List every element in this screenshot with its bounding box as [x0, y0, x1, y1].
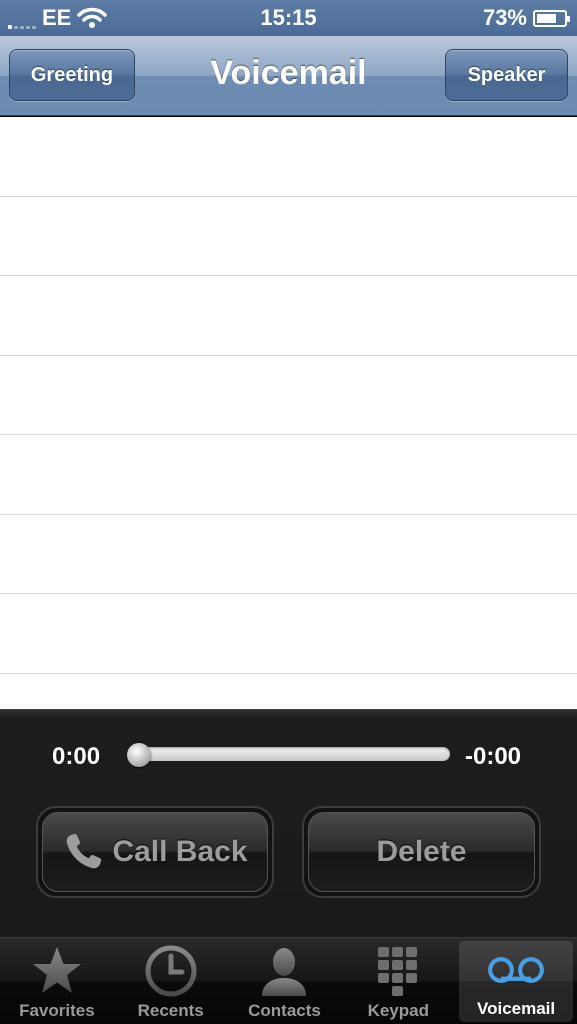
- navigation-bar: Greeting Voicemail Speaker: [0, 36, 577, 116]
- playback-scrubber[interactable]: [128, 747, 450, 761]
- tab-label: Contacts: [248, 1001, 321, 1020]
- voicemail-list[interactable]: [0, 117, 577, 709]
- tab-label: Voicemail: [477, 999, 556, 1018]
- tab-bar: Favorites Recents Contacts Keypad Voicem…: [0, 937, 577, 1024]
- person-icon: [262, 948, 307, 996]
- tab-voicemail[interactable]: Voicemail: [459, 941, 573, 1022]
- voicemail-player: 0:00 -0:00 Call Back Delete: [0, 709, 577, 937]
- list-row: [0, 117, 577, 197]
- tab-label: Favorites: [19, 1001, 95, 1020]
- remaining-time: -0:00: [465, 743, 522, 770]
- list-row: [0, 435, 577, 515]
- list-row: [0, 356, 577, 435]
- tab-label: Recents: [137, 1001, 204, 1020]
- battery-percent: 73%: [482, 5, 527, 30]
- keypad-icon: [378, 947, 418, 996]
- delete-button[interactable]: Delete: [302, 806, 541, 898]
- call-back-button[interactable]: Call Back: [36, 806, 274, 898]
- voicemail-icon: [488, 956, 544, 983]
- elapsed-time: 0:00: [52, 743, 101, 770]
- star-icon: [32, 947, 81, 993]
- call-back-label: Call Back: [112, 835, 248, 868]
- tab-label: Keypad: [367, 1001, 429, 1020]
- delete-label: Delete: [376, 835, 467, 868]
- scrubber-thumb[interactable]: [127, 743, 151, 767]
- clock-icon: [145, 945, 197, 997]
- speaker-button[interactable]: Speaker: [445, 49, 568, 101]
- phone-icon: [67, 833, 102, 869]
- battery-icon: [533, 9, 570, 27]
- tab-keypad[interactable]: Keypad: [341, 938, 455, 1024]
- list-row: [0, 594, 577, 674]
- status-bar: EE 15:15 73%: [0, 0, 577, 36]
- list-row: [0, 197, 577, 276]
- battery-info: 73%: [482, 5, 570, 31]
- tab-recents[interactable]: Recents: [114, 938, 228, 1024]
- list-row: [0, 276, 577, 356]
- list-row: [0, 515, 577, 594]
- tab-favorites[interactable]: Favorites: [0, 938, 114, 1024]
- tab-contacts[interactable]: Contacts: [228, 938, 342, 1024]
